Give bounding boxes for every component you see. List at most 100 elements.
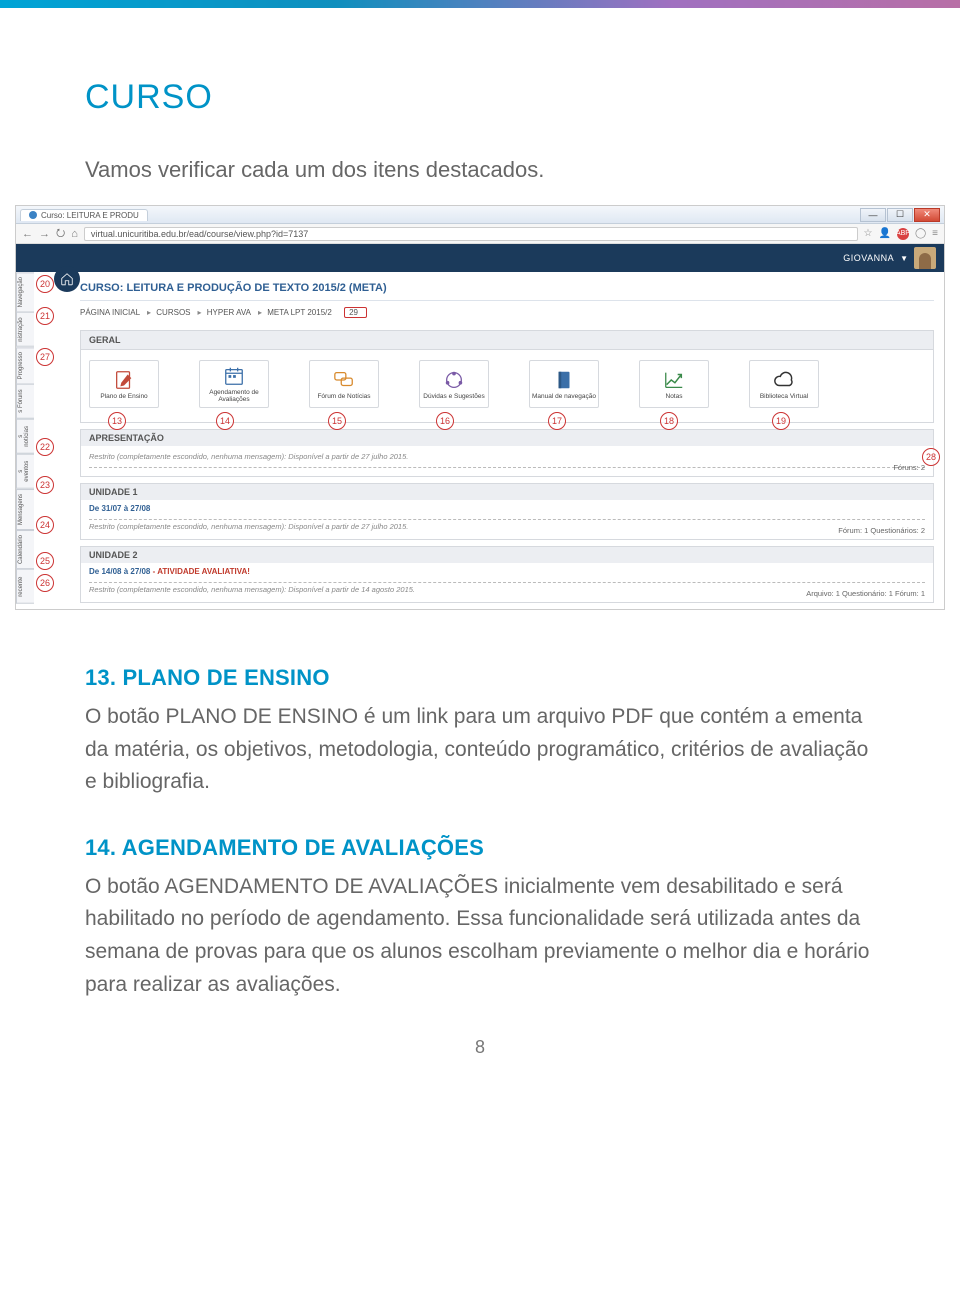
card-agendamento[interactable]: Agendamento de Avaliações (199, 360, 269, 408)
section-dates: De 14/08 à 27/08 (89, 567, 150, 576)
section-meta: Arquivo: 1 Questionário: 1 Fórum: 1 (806, 589, 925, 598)
restriction-text: Restrito (completamente escondido, nenhu… (89, 522, 925, 531)
callout-23: 23 (36, 476, 54, 494)
item-14-heading: 14. AGENDAMENTO DE AVALIAÇÕES (85, 835, 875, 861)
app-frame: Navegação nistração Progresso s Fóruns s… (16, 244, 944, 603)
card-label: Notas (666, 393, 683, 400)
window-maximize-button[interactable]: ☐ (887, 208, 913, 222)
user-icon[interactable]: 👤 (879, 228, 891, 239)
card-biblioteca[interactable]: Biblioteca Virtual (749, 360, 819, 408)
window-minimize-button[interactable]: — (860, 208, 886, 222)
vtab-administracao[interactable]: nistração (16, 312, 34, 347)
dashed-divider (89, 519, 925, 520)
restriction-text: Restrito (completamente escondido, nenhu… (89, 585, 925, 594)
address-bar-text: virtual.unicuritiba.edu.br/ead/course/vi… (91, 229, 308, 239)
chat-bubbles-icon (331, 369, 357, 391)
section-meta: Fóruns: 2 (893, 463, 925, 472)
card-notas[interactable]: Notas (639, 360, 709, 408)
page-number: 8 (85, 1037, 875, 1058)
vtab-eventos[interactable]: s eventos (16, 454, 34, 489)
nav-home-button[interactable]: ⌂ (71, 228, 78, 240)
extension-icon[interactable]: ◯ (915, 228, 926, 239)
panel-geral: GERAL Plano de Ensino (80, 330, 934, 423)
browser-toolbar: ← → ⭮ ⌂ virtual.unicuritiba.edu.br/ead/c… (16, 224, 944, 244)
crumb-meta[interactable]: META LPT 2015/2 (267, 308, 332, 317)
browser-tab[interactable]: Curso: LEITURA E PRODU (20, 209, 148, 221)
item-14-text: O botão AGENDAMENTO DE AVALIAÇÕES inicia… (85, 871, 875, 1001)
callout-29-inline: 29 (344, 307, 367, 318)
address-bar[interactable]: virtual.unicuritiba.edu.br/ead/course/vi… (84, 227, 858, 241)
vtab-navegacao[interactable]: Navegação (16, 272, 34, 312)
dashed-divider (89, 582, 925, 583)
course-title: CURSO: LEITURA E PRODUÇÃO DE TEXTO 2015/… (80, 272, 934, 301)
username-label[interactable]: GIOVANNA (843, 253, 894, 263)
browser-tab-title: Curso: LEITURA E PRODU (41, 211, 139, 220)
calendar-icon (221, 365, 247, 387)
lead-paragraph: Vamos verificar cada um dos itens destac… (85, 157, 875, 183)
item-13-heading: 13. PLANO DE ENSINO (85, 665, 875, 691)
icon-card-row: Plano de Ensino Agendamento de Avaliaçõe… (89, 356, 925, 416)
callout-20: 20 (36, 275, 54, 293)
callout-24: 24 (36, 516, 54, 534)
crumb-cursos[interactable]: CURSOS (156, 308, 190, 317)
book-icon (551, 369, 577, 391)
activity-flag: ATIVIDADE AVALIATIVA! (157, 567, 250, 576)
star-icon[interactable]: ☆ (864, 228, 873, 239)
menu-icon[interactable]: ≡ (932, 228, 938, 239)
section-header[interactable]: UNIDADE 2 (81, 547, 933, 563)
section-meta: Fórum: 1 Questionários: 2 (838, 526, 925, 535)
cloud-icon (771, 369, 797, 391)
section-heading: CURSO (85, 78, 875, 117)
people-cycle-icon (441, 369, 467, 391)
card-plano-ensino[interactable]: Plano de Ensino (89, 360, 159, 408)
breadcrumb: PÁGINA INICIAL▸ CURSOS▸ HYPER AVA▸ META … (80, 301, 934, 324)
card-forum[interactable]: Fórum de Notícias (309, 360, 379, 408)
section-unidade-2: UNIDADE 2 De 14/08 à 27/08 - ATIVIDADE A… (80, 546, 934, 603)
dashed-divider (89, 467, 925, 468)
user-nav-bar: GIOVANNA ▼ (16, 244, 944, 272)
card-duvidas[interactable]: Dúvidas e Sugestões (419, 360, 489, 408)
section-unidade-1: UNIDADE 1 De 31/07 à 27/08 Fórum: 1 Ques… (80, 483, 934, 540)
card-label: Plano de Ensino (100, 393, 147, 400)
vtab-calendario[interactable]: Calendário (16, 530, 34, 569)
window-close-button[interactable]: ✕ (914, 208, 940, 222)
callout-21: 21 (36, 307, 54, 325)
crumb-hyperava[interactable]: HYPER AVA (207, 308, 251, 317)
card-label: Manual de navegação (532, 393, 596, 400)
panel-geral-header: GERAL (81, 331, 933, 350)
adblock-icon[interactable]: ABP (897, 228, 909, 240)
item-13-text: O botão PLANO DE ENSINO é um link para u… (85, 701, 875, 799)
browser-tab-strip: Curso: LEITURA E PRODU — ☐ ✕ (16, 206, 944, 224)
section-header[interactable]: UNIDADE 1 (81, 484, 933, 500)
left-collapsed-tabs: Navegação nistração Progresso s Fóruns s… (16, 272, 34, 603)
vtab-progresso[interactable]: Progresso (16, 347, 34, 384)
restriction-text: Restrito (completamente escondido, nenhu… (89, 452, 925, 461)
card-label: Fórum de Notícias (317, 393, 370, 400)
toolbar-right-icons: ☆ 👤 ABP ◯ ≡ (864, 228, 938, 240)
chevron-down-icon[interactable]: ▼ (900, 254, 908, 263)
crumb-home[interactable]: PÁGINA INICIAL (80, 308, 140, 317)
section-header[interactable]: APRESENTAÇÃO (81, 430, 933, 446)
document-pencil-icon (111, 369, 137, 391)
top-gradient-bar (0, 0, 960, 8)
chart-up-icon (661, 369, 687, 391)
section-dates: De 31/07 à 27/08 (89, 504, 925, 513)
vtab-noticias[interactable]: s notícias (16, 419, 34, 454)
nav-back-button[interactable]: ← (22, 228, 33, 240)
avatar[interactable] (914, 247, 936, 269)
nav-reload-button[interactable]: ⭮ (56, 224, 65, 243)
vtab-mensagens[interactable]: Mensagens (16, 489, 34, 530)
vtab-foruns[interactable]: s Fóruns (16, 384, 34, 419)
card-label: Biblioteca Virtual (760, 393, 808, 400)
nav-forward-button[interactable]: → (39, 228, 50, 240)
embedded-screenshot: Curso: LEITURA E PRODU — ☐ ✕ ← → ⭮ ⌂ vir… (15, 205, 945, 610)
card-manual[interactable]: Manual de navegação (529, 360, 599, 408)
vtab-recente[interactable]: recente (16, 569, 34, 604)
callout-26: 26 (36, 574, 54, 592)
home-icon[interactable] (54, 266, 80, 292)
callout-27: 27 (36, 348, 54, 366)
card-label: Agendamento de Avaliações (202, 389, 266, 403)
section-apresentacao: APRESENTAÇÃO Restrito (completamente esc… (80, 429, 934, 477)
callout-22: 22 (36, 438, 54, 456)
card-label: Dúvidas e Sugestões (423, 393, 484, 400)
